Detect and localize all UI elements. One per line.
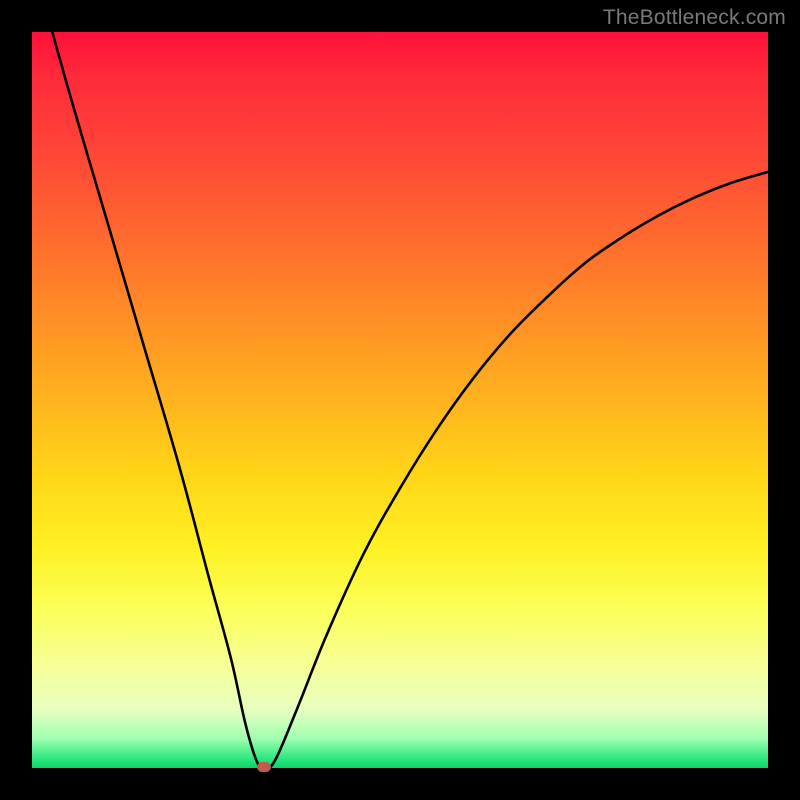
bottleneck-curve	[32, 32, 768, 768]
optimum-marker	[257, 762, 271, 772]
plot-area	[32, 32, 768, 768]
watermark-text: TheBottleneck.com	[603, 6, 786, 30]
chart-frame: TheBottleneck.com	[0, 0, 800, 800]
